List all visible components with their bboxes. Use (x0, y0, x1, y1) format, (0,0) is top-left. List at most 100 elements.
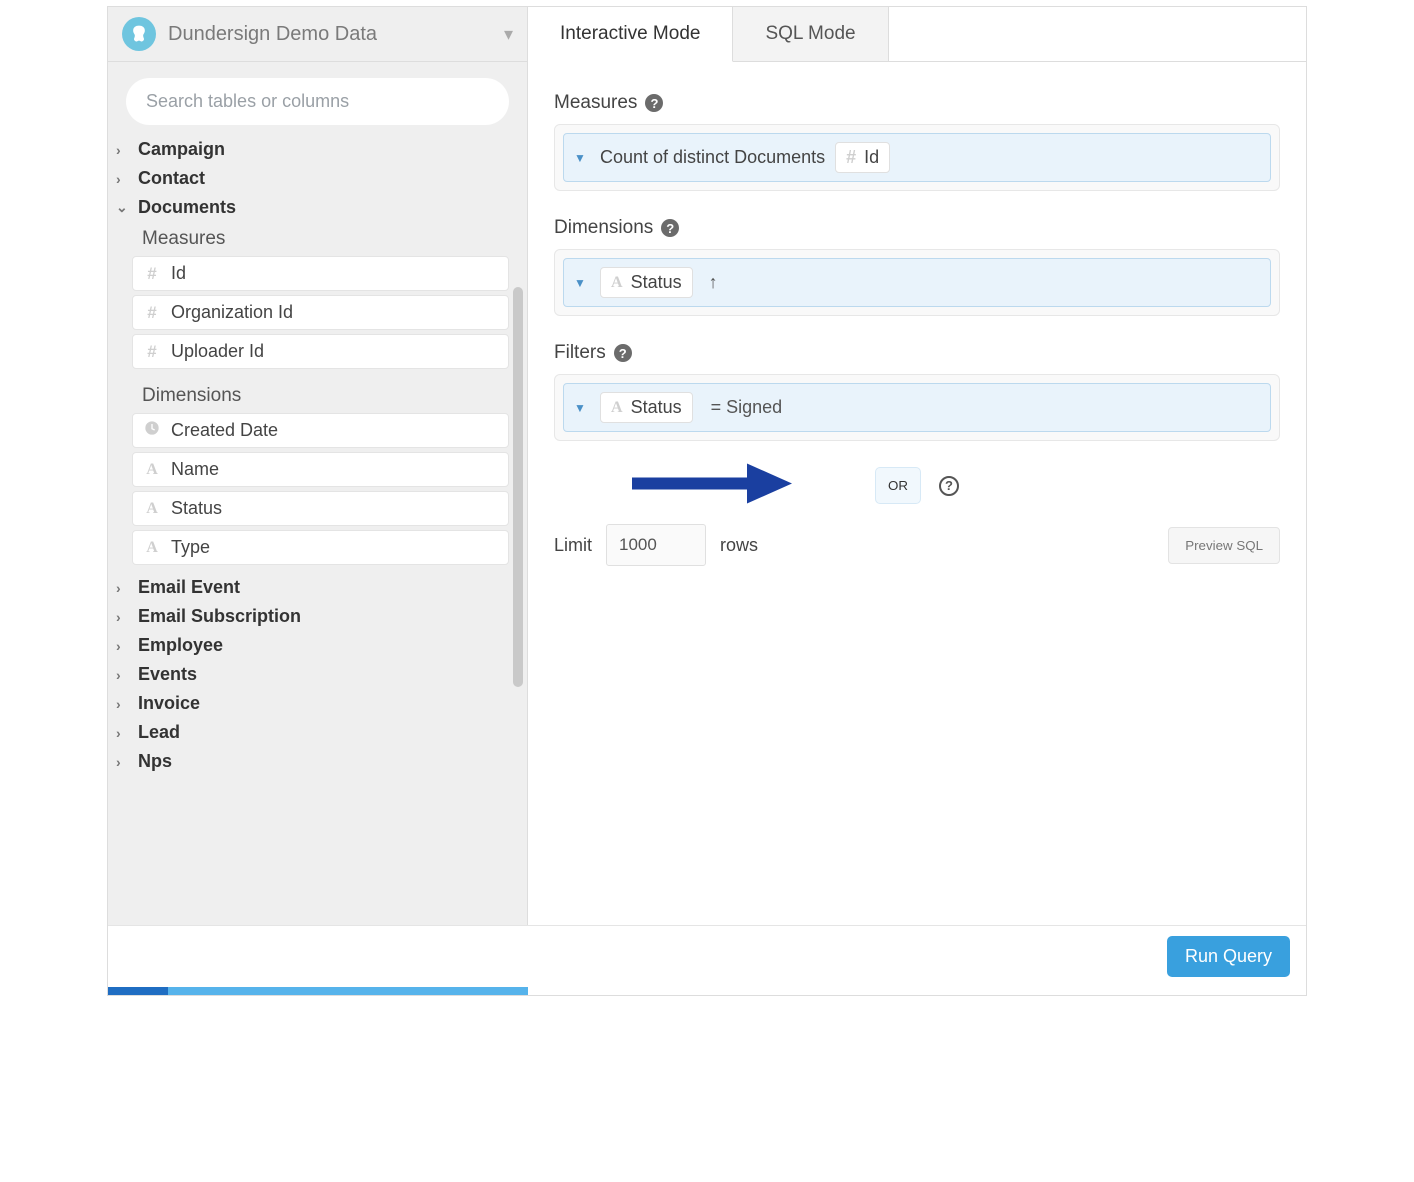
datasource-title: Dundersign Demo Data (168, 23, 492, 46)
text-icon: A (611, 274, 623, 292)
chevron-right-icon: › (116, 725, 130, 741)
help-icon[interactable]: ? (661, 219, 679, 237)
tree-item-email-event[interactable]: › Email Event (114, 573, 517, 602)
dimension-field-chip[interactable]: A Status (600, 267, 693, 298)
text-icon: A (143, 500, 161, 518)
dimension-pill[interactable]: ▼ A Status ↑ (563, 258, 1271, 307)
chip-label: Status (631, 272, 682, 293)
tree-item-documents[interactable]: ⌄ Documents (114, 193, 517, 222)
measures-title-row: Measures ? (554, 92, 1280, 114)
filters-dropzone[interactable]: ▼ A Status = Signed (554, 374, 1280, 441)
filter-field-chip[interactable]: A Status (600, 392, 693, 423)
dimensions-dropzone[interactable]: ▼ A Status ↑ (554, 249, 1280, 316)
chevron-right-icon: › (116, 638, 130, 654)
tree-item-events[interactable]: › Events (114, 660, 517, 689)
mode-tabs: Interactive Mode SQL Mode (528, 7, 1306, 62)
help-icon[interactable]: ? (645, 94, 663, 112)
tree-item-campaign[interactable]: › Campaign (114, 135, 517, 164)
field-label: Type (171, 537, 210, 558)
field-label: Name (171, 459, 219, 480)
measures-title: Measures (554, 92, 637, 114)
hash-icon: # (143, 303, 161, 323)
or-row: OR ? (554, 467, 1280, 504)
filter-pill[interactable]: ▼ A Status = Signed (563, 383, 1271, 432)
limit-row: Limit rows Preview SQL (554, 524, 1280, 566)
field-created-date[interactable]: Created Date (132, 413, 509, 448)
help-icon[interactable]: ? (614, 344, 632, 362)
field-label: Uploader Id (171, 341, 264, 362)
measure-pill[interactable]: ▼ Count of distinct Documents # Id (563, 133, 1271, 182)
field-status[interactable]: A Status (132, 491, 509, 526)
right-panel: Interactive Mode SQL Mode Measures ? ▼ C… (528, 7, 1306, 925)
chevron-down-icon: ▾ (504, 24, 513, 45)
limit-input[interactable] (606, 524, 706, 566)
chevron-right-icon: › (116, 142, 130, 158)
chip-label: Id (864, 147, 879, 168)
chevron-right-icon: › (116, 667, 130, 683)
filters-title-row: Filters ? (554, 342, 1280, 364)
datasource-selector[interactable]: Dundersign Demo Data ▾ (108, 7, 527, 62)
tree-item-nps[interactable]: › Nps (114, 747, 517, 776)
sidebar: Dundersign Demo Data ▾ › Campaign › Cont… (108, 7, 528, 925)
field-type[interactable]: A Type (132, 530, 509, 565)
chevron-right-icon: › (116, 580, 130, 596)
limit-label: Limit (554, 535, 592, 556)
main-split: Dundersign Demo Data ▾ › Campaign › Cont… (108, 7, 1306, 925)
tree-item-label: Campaign (138, 139, 225, 160)
app-root: Dundersign Demo Data ▾ › Campaign › Cont… (107, 6, 1307, 996)
filters-title: Filters (554, 342, 606, 364)
field-id[interactable]: # Id (132, 256, 509, 291)
field-uploader-id[interactable]: # Uploader Id (132, 334, 509, 369)
dropdown-caret-icon[interactable]: ▼ (574, 151, 590, 165)
tree-item-label: Nps (138, 751, 172, 772)
bottom-progress-strip (108, 987, 1306, 995)
search-input[interactable] (126, 78, 509, 125)
text-icon: A (143, 539, 161, 557)
field-organization-id[interactable]: # Organization Id (132, 295, 509, 330)
dropdown-caret-icon[interactable]: ▼ (574, 276, 590, 290)
tree-item-employee[interactable]: › Employee (114, 631, 517, 660)
measure-label: Count of distinct Documents (600, 147, 825, 168)
measures-list: # Id # Organization Id # Uploader Id (114, 256, 517, 369)
tree-item-label: Events (138, 664, 197, 685)
text-icon: A (143, 461, 161, 479)
footer: Run Query (108, 925, 1306, 987)
dimensions-heading: Dimensions (114, 379, 517, 413)
tree-item-email-subscription[interactable]: › Email Subscription (114, 602, 517, 631)
tab-sql-mode[interactable]: SQL Mode (733, 7, 888, 61)
measures-dropzone[interactable]: ▼ Count of distinct Documents # Id (554, 124, 1280, 191)
text-icon: A (611, 399, 623, 417)
tree-item-label: Lead (138, 722, 180, 743)
chevron-right-icon: › (116, 609, 130, 625)
measures-heading: Measures (114, 222, 517, 256)
help-icon[interactable]: ? (939, 476, 959, 496)
dropdown-caret-icon[interactable]: ▼ (574, 401, 590, 415)
search-wrap (108, 62, 527, 135)
chevron-right-icon: › (116, 754, 130, 770)
sidebar-scrollbar-thumb[interactable] (513, 287, 523, 687)
or-button[interactable]: OR (875, 467, 921, 504)
builder-body: Measures ? ▼ Count of distinct Documents… (528, 62, 1306, 576)
measure-field-chip[interactable]: # Id (835, 142, 890, 173)
schema-tree: › Campaign › Contact ⌄ Documents Measure… (108, 135, 527, 776)
tree-item-label: Email Subscription (138, 606, 301, 627)
annotation-arrow-icon (632, 458, 792, 513)
field-name[interactable]: A Name (132, 452, 509, 487)
run-query-button[interactable]: Run Query (1167, 936, 1290, 977)
chevron-down-icon: ⌄ (116, 199, 130, 216)
field-label: Id (171, 263, 186, 284)
dimensions-title: Dimensions (554, 217, 653, 239)
tree-item-lead[interactable]: › Lead (114, 718, 517, 747)
hash-icon: # (143, 342, 161, 362)
dimensions-title-row: Dimensions ? (554, 217, 1280, 239)
tab-interactive-mode[interactable]: Interactive Mode (528, 7, 733, 62)
dimensions-list: Created Date A Name A Status A Type (114, 413, 517, 565)
sort-ascending-icon[interactable]: ↑ (709, 272, 718, 293)
filter-op-value: = Signed (711, 397, 783, 418)
tree-item-invoice[interactable]: › Invoice (114, 689, 517, 718)
hash-icon: # (143, 264, 161, 284)
chip-label: Status (631, 397, 682, 418)
preview-sql-button[interactable]: Preview SQL (1168, 527, 1280, 564)
tree-item-contact[interactable]: › Contact (114, 164, 517, 193)
chevron-right-icon: › (116, 696, 130, 712)
